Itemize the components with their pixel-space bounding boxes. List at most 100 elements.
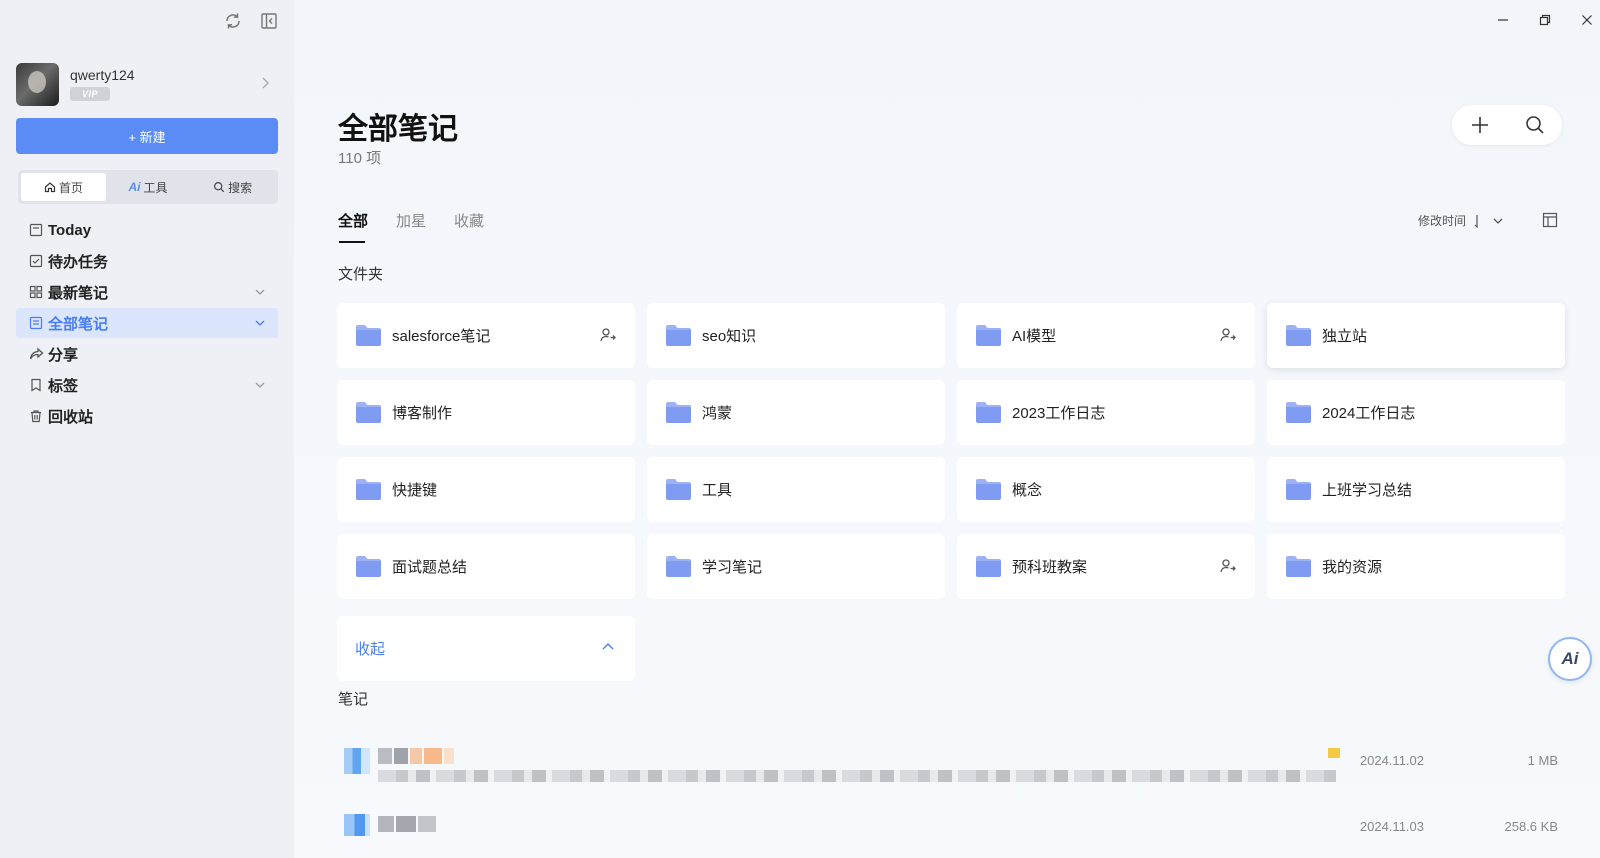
folder-card[interactable]: 工具 bbox=[647, 457, 945, 522]
filter-tabs: 全部 加星 收藏 bbox=[338, 210, 484, 243]
folder-card[interactable]: 上班学习总结 bbox=[1267, 457, 1565, 522]
folder-card[interactable]: 2024工作日志 bbox=[1267, 380, 1565, 445]
folder-icon bbox=[356, 479, 381, 500]
sidebar-item-label: 待办任务 bbox=[48, 253, 109, 271]
restore-icon[interactable] bbox=[1538, 12, 1552, 28]
note-row[interactable]: 2024.11.03 258.6 KB bbox=[338, 806, 1568, 856]
trash-icon bbox=[28, 408, 44, 424]
add-icon[interactable] bbox=[1468, 113, 1492, 137]
sidebar-item-label: 分享 bbox=[48, 346, 79, 364]
sidebar-item-label: Today bbox=[48, 221, 92, 239]
folder-icon bbox=[976, 325, 1001, 346]
folder-icon bbox=[1286, 402, 1311, 423]
folder-card[interactable]: 面试题总结 bbox=[337, 534, 635, 599]
folder-name: 快捷键 bbox=[392, 482, 438, 499]
sidebar-item-trash[interactable]: 回收站 bbox=[16, 401, 278, 431]
ai-assistant-button[interactable]: Ai bbox=[1548, 637, 1592, 681]
collapse-sidebar-icon[interactable] bbox=[258, 10, 280, 32]
chevron-down-icon[interactable] bbox=[254, 316, 266, 333]
folder-name: 我的资源 bbox=[1322, 559, 1383, 576]
folder-card[interactable]: 我的资源 bbox=[1267, 534, 1565, 599]
folder-card[interactable]: 2023工作日志 bbox=[957, 380, 1255, 445]
sidebar-item-tags[interactable]: 标签 bbox=[16, 370, 278, 400]
folder-card[interactable]: 概念 bbox=[957, 457, 1255, 522]
folder-card[interactable]: 独立站 bbox=[1267, 303, 1565, 368]
folder-card[interactable]: 鸿蒙 bbox=[647, 380, 945, 445]
sidebar-top-actions bbox=[222, 10, 280, 32]
main-panel: 全部笔记 110 项 全部 加星 收藏 修改时间 文件夹 salesforce笔… bbox=[294, 0, 1600, 858]
grid-icon bbox=[28, 284, 44, 300]
note-title-redacted bbox=[378, 816, 436, 832]
tab-home-label: 首页 bbox=[58, 180, 83, 195]
calendar-icon bbox=[28, 222, 44, 238]
tab-ai-tools[interactable]: Ai 工具 bbox=[106, 173, 191, 201]
layout-toggle-icon[interactable] bbox=[1542, 212, 1558, 228]
collapse-button[interactable]: 收起 bbox=[337, 616, 635, 681]
sidebar-item-recent[interactable]: 最新笔记 bbox=[16, 277, 278, 307]
tab-starred[interactable]: 加星 bbox=[396, 210, 426, 243]
tab-search[interactable]: 搜索 bbox=[190, 173, 275, 201]
folder-icon bbox=[1286, 556, 1311, 577]
chevron-down-icon[interactable] bbox=[1492, 215, 1504, 227]
tab-ai-tools-label: 工具 bbox=[143, 180, 168, 195]
folder-name: 2023工作日志 bbox=[1012, 405, 1106, 422]
folder-name: 工具 bbox=[702, 482, 733, 499]
folder-card[interactable]: salesforce笔记 bbox=[337, 303, 635, 368]
folder-name: 面试题总结 bbox=[392, 559, 468, 576]
folder-card[interactable]: 学习笔记 bbox=[647, 534, 945, 599]
folders-heading: 文件夹 bbox=[338, 266, 384, 283]
sidebar-nav: Today 待办任务 最新笔记 全部笔记 分享 标签 回收站 bbox=[16, 215, 278, 432]
sidebar-item-todo[interactable]: 待办任务 bbox=[16, 246, 278, 276]
minimize-icon[interactable] bbox=[1496, 12, 1510, 28]
shared-user-icon bbox=[1220, 559, 1236, 573]
tab-favorites[interactable]: 收藏 bbox=[454, 210, 484, 243]
folder-name: 2024工作日志 bbox=[1322, 405, 1416, 422]
new-button[interactable]: + 新建 bbox=[16, 118, 278, 154]
folder-name: 独立站 bbox=[1322, 328, 1368, 345]
shared-user-icon bbox=[1220, 328, 1236, 342]
sort-control[interactable]: 修改时间 bbox=[1418, 212, 1504, 229]
sort-order-icon[interactable] bbox=[1474, 214, 1484, 228]
folder-icon bbox=[666, 556, 691, 577]
checkbox-icon bbox=[28, 253, 44, 269]
folder-card[interactable]: 快捷键 bbox=[337, 457, 635, 522]
folder-name: 预科班教案 bbox=[1012, 559, 1088, 576]
folder-name: 学习笔记 bbox=[702, 559, 763, 576]
tab-all[interactable]: 全部 bbox=[338, 210, 368, 243]
search-icon[interactable] bbox=[1523, 113, 1547, 137]
sort-label: 修改时间 bbox=[1417, 214, 1466, 228]
note-icon bbox=[28, 315, 44, 331]
note-size: 1 MB bbox=[1527, 753, 1558, 768]
sidebar-item-today[interactable]: Today bbox=[16, 215, 278, 245]
avatar bbox=[16, 62, 59, 106]
folder-icon bbox=[666, 402, 691, 423]
notes-list: 2024.11.02 1 MB 2024.11.03 258.6 KB bbox=[338, 740, 1568, 856]
sidebar-item-all-notes[interactable]: 全部笔记 bbox=[16, 308, 278, 338]
user-profile[interactable]: qwerty124 VIP bbox=[16, 62, 276, 106]
chevron-right-icon bbox=[260, 76, 270, 93]
window-controls bbox=[1496, 12, 1594, 28]
chevron-down-icon[interactable] bbox=[254, 285, 266, 302]
folder-card[interactable]: 博客制作 bbox=[337, 380, 635, 445]
sync-icon[interactable] bbox=[222, 10, 244, 32]
close-icon[interactable] bbox=[1580, 12, 1594, 28]
sidebar-item-share[interactable]: 分享 bbox=[16, 339, 278, 369]
chevron-down-icon[interactable] bbox=[254, 378, 266, 395]
folder-name: 概念 bbox=[1012, 482, 1043, 499]
tab-home[interactable]: 首页 bbox=[21, 173, 106, 201]
chevron-up-icon bbox=[601, 640, 615, 658]
folder-icon bbox=[666, 325, 691, 346]
folder-icon bbox=[356, 325, 381, 346]
sidebar-item-label: 回收站 bbox=[48, 408, 94, 426]
folder-card[interactable]: seo知识 bbox=[647, 303, 945, 368]
folder-icon bbox=[976, 479, 1001, 500]
note-size: 258.6 KB bbox=[1504, 819, 1559, 834]
folder-card[interactable]: AI模型 bbox=[957, 303, 1255, 368]
share-icon bbox=[28, 346, 44, 362]
note-row[interactable]: 2024.11.02 1 MB bbox=[338, 740, 1568, 806]
folder-icon bbox=[1286, 479, 1311, 500]
shared-user-icon bbox=[600, 328, 616, 342]
sidebar-item-label: 最新笔记 bbox=[48, 284, 109, 302]
folder-card[interactable]: 预科班教案 bbox=[957, 534, 1255, 599]
sidebar-item-label: 全部笔记 bbox=[48, 315, 109, 333]
